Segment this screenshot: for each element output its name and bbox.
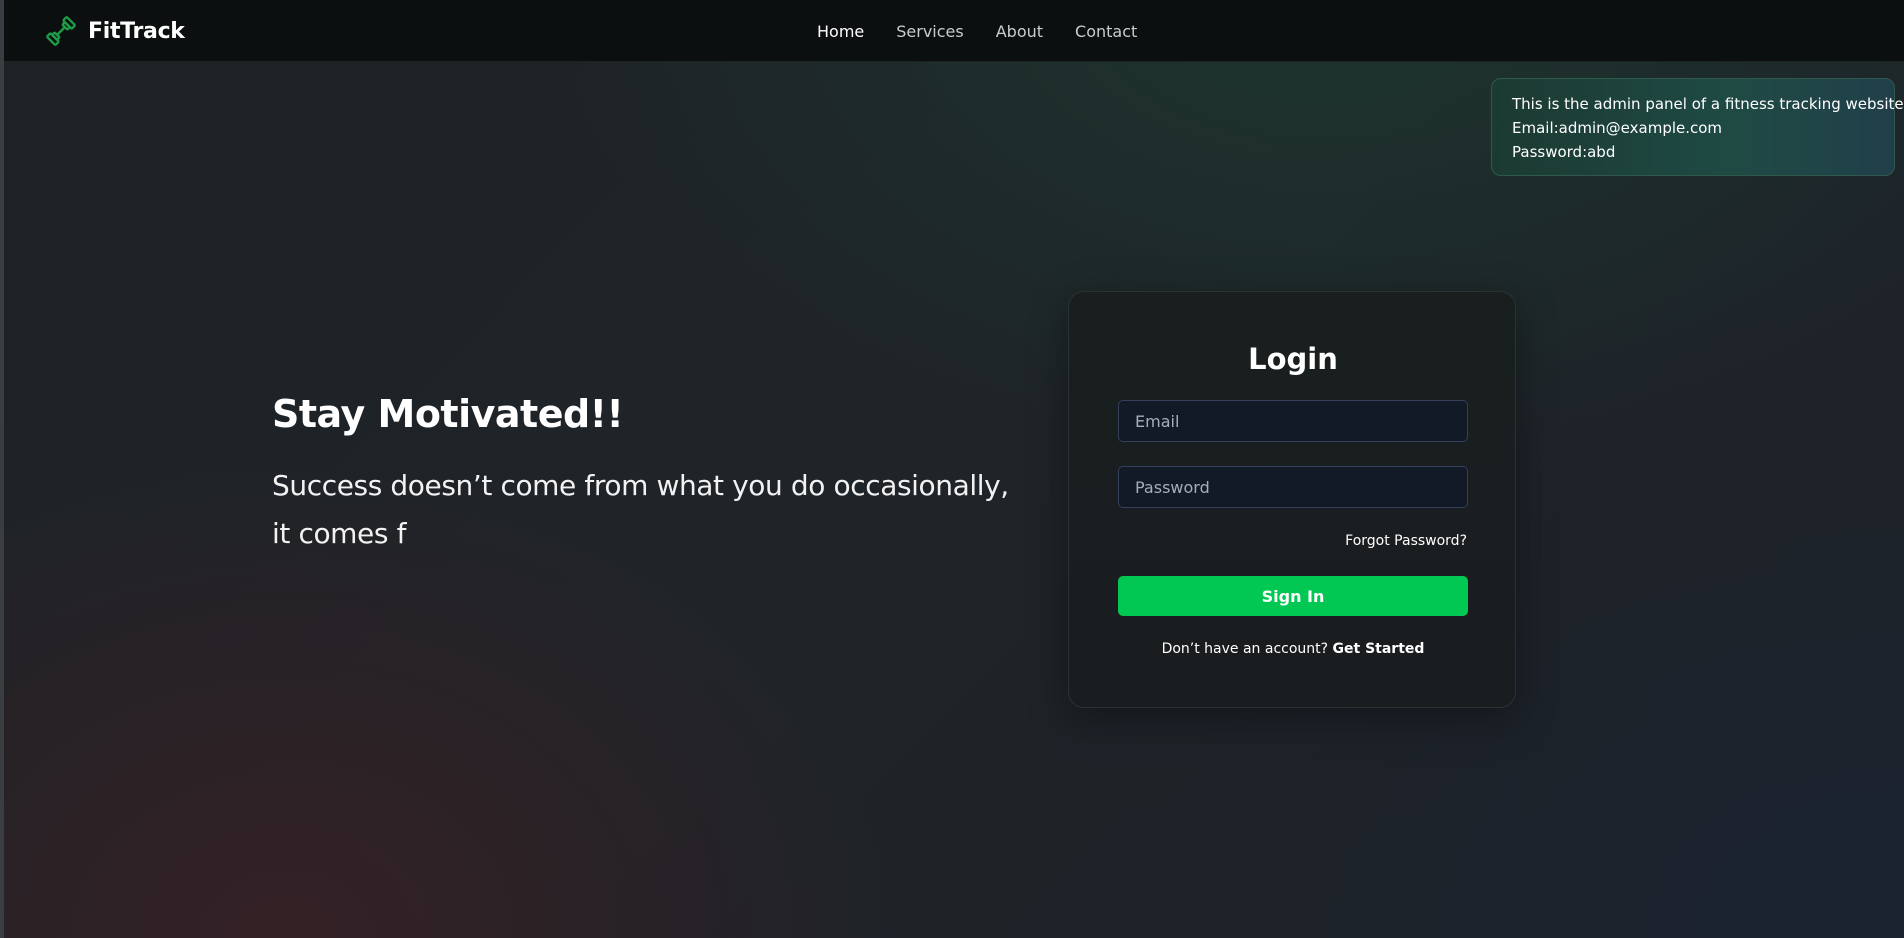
forgot-password-link[interactable]: Forgot Password? — [1345, 533, 1467, 549]
hero-title: Stay Motivated!! — [272, 392, 624, 436]
brand-name: FitTrack — [88, 18, 185, 44]
nav-link-about[interactable]: About — [996, 22, 1043, 41]
hero-quote: Success doesn’t come from what you do oc… — [272, 469, 1009, 550]
admin-info-note: This is the admin panel of a fitness tra… — [1491, 78, 1904, 176]
nav-link-home[interactable]: Home — [817, 22, 864, 41]
email-input[interactable] — [1118, 400, 1468, 442]
nav-links: Home Services About Contact — [817, 0, 1137, 62]
dumbbell-icon — [44, 14, 78, 48]
admin-note-email: Email:admin@example.com — [1512, 119, 1723, 137]
login-title: Login — [1248, 342, 1338, 376]
password-input[interactable] — [1118, 466, 1468, 508]
signup-prompt: Don’t have an account? Get Started — [1069, 641, 1517, 657]
window-edge — [0, 0, 4, 938]
admin-note-description: This is the admin panel of a fitness tra… — [1512, 95, 1904, 113]
nav-link-services[interactable]: Services — [896, 22, 963, 41]
no-account-text: Don’t have an account? — [1161, 641, 1333, 657]
brand-logo[interactable]: FitTrack — [44, 14, 185, 48]
sign-in-button[interactable]: Sign In — [1118, 576, 1468, 616]
admin-note-password: Password:abd — [1512, 143, 1616, 161]
get-started-link[interactable]: Get Started — [1333, 641, 1425, 657]
navbar: FitTrack Home Services About Contact — [4, 0, 1904, 62]
login-card: Login Forgot Password? Sign In Don’t hav… — [1068, 291, 1516, 708]
nav-link-contact[interactable]: Contact — [1075, 22, 1137, 41]
